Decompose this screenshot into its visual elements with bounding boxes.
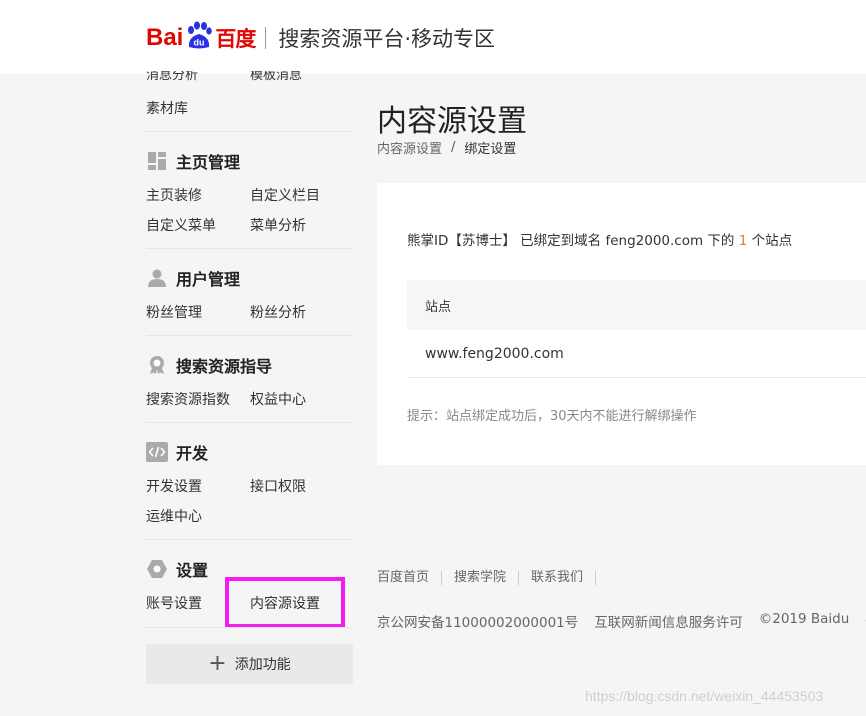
platform-title: 搜索资源平台·移动专区 xyxy=(278,27,496,51)
sidebar-item-dev-settings[interactable]: 开发设置 xyxy=(146,478,202,496)
page-title: 内容源设置 xyxy=(377,104,527,139)
sidebar-divider xyxy=(146,539,352,540)
site-count: 1 xyxy=(738,233,748,249)
add-feature-button[interactable]: + 添加功能 xyxy=(146,644,353,684)
sidebar-group-title: 用户管理 xyxy=(176,270,241,289)
sidebar-item-ops-center[interactable]: 运维中心 xyxy=(146,508,202,526)
sidebar-item-custom-menu[interactable]: 自定义菜单 xyxy=(146,217,216,235)
logo-divider xyxy=(265,27,267,49)
sidebar-divider xyxy=(146,335,352,336)
footer-link-search-academy[interactable]: 搜索学院 xyxy=(442,571,520,585)
top-header: Bai du 百度 搜索资源平台·移动专区 xyxy=(0,0,866,74)
breadcrumb-separator: / xyxy=(451,140,456,155)
sidebar-group-dev: 开发 xyxy=(146,440,208,464)
sidebar-group-title: 设置 xyxy=(176,561,209,580)
breadcrumb-current: 绑定设置 xyxy=(464,142,517,157)
add-feature-label: 添加功能 xyxy=(234,657,291,673)
sidebar-divider xyxy=(146,131,352,132)
sidebar-item-search-index[interactable]: 搜索资源指数 xyxy=(146,391,230,409)
table-header: 站点 xyxy=(407,280,866,330)
sidebar-group-title: 主页管理 xyxy=(176,153,241,172)
sidebar-item-message-analysis[interactable]: 消息分析 xyxy=(146,71,198,85)
hexagon-icon xyxy=(146,558,168,580)
watermark: https://blog.csdn.net/weixin_44453503 xyxy=(585,688,824,704)
bind-info-prefix: 熊掌ID【苏博士】 已绑定到域名 feng2000.com 下的 xyxy=(407,233,735,249)
paw-icon: du xyxy=(184,21,214,51)
sidebar-group-homepage: 主页管理 xyxy=(146,149,240,173)
logo-paw-text: du xyxy=(194,38,205,48)
code-icon xyxy=(146,441,168,463)
breadcrumb: 内容源设置 / 绑定设置 xyxy=(377,138,516,157)
tip-text: 提示：站点绑定成功后，30天内不能进行解绑操作 xyxy=(407,409,697,424)
footer-links: 百度首页 搜索学院 联系我们 xyxy=(377,571,597,585)
sidebar-item-material-library[interactable]: 素材库 xyxy=(146,100,188,118)
sidebar-divider xyxy=(146,422,352,423)
footer-icp[interactable]: 京公网安备11000002000001号 xyxy=(377,611,578,631)
sidebar-item-template-message[interactable]: 模板消息 xyxy=(250,71,302,85)
baidu-logo[interactable]: Bai du 百度 搜索资源平台·移动专区 xyxy=(146,18,495,58)
footer-legal: 京公网安备11000002000001号 互联网新闻信息服务许可 ©2019 B… xyxy=(377,611,866,631)
sidebar-divider xyxy=(146,627,352,628)
layout-icon xyxy=(146,150,168,172)
logo-latin: Bai xyxy=(146,24,184,51)
table-row: www.feng2000.com xyxy=(407,330,866,378)
breadcrumb-link[interactable]: 内容源设置 xyxy=(377,138,442,157)
bind-info-suffix: 个站点 xyxy=(751,233,793,249)
sidebar-group-title: 开发 xyxy=(176,444,209,463)
sidebar-item-fans-management[interactable]: 粉丝管理 xyxy=(146,304,202,322)
bind-info: 熊掌ID【苏博士】 已绑定到域名 feng2000.com 下的 1 个站点 xyxy=(407,229,792,249)
plus-icon: + xyxy=(208,651,227,676)
sidebar-item-custom-column[interactable]: 自定义栏目 xyxy=(250,187,320,205)
sidebar-group-settings: 设置 xyxy=(146,557,208,581)
sidebar-item-account-settings[interactable]: 账号设置 xyxy=(146,595,202,613)
site-cell: www.feng2000.com xyxy=(425,345,564,362)
binding-card: 熊掌ID【苏博士】 已绑定到域名 feng2000.com 下的 1 个站点 站… xyxy=(377,183,866,465)
sidebar-divider xyxy=(146,248,352,249)
footer-copyright: ©2019 Baidu xyxy=(758,611,850,627)
footer-news-license[interactable]: 互联网新闻信息服务许可 xyxy=(594,611,743,631)
highlight-box xyxy=(225,577,345,628)
sidebar-group-users: 用户管理 xyxy=(146,266,240,290)
sites-table: 站点 www.feng2000.com xyxy=(407,280,866,378)
sidebar-item-fans-analysis[interactable]: 粉丝分析 xyxy=(250,304,306,322)
sidebar-item-menu-analysis[interactable]: 菜单分析 xyxy=(250,217,306,235)
sidebar-item-api-permissions[interactable]: 接口权限 xyxy=(250,478,306,496)
sidebar-item-homepage-decoration[interactable]: 主页装修 xyxy=(146,187,202,205)
sidebar-item-benefits-center[interactable]: 权益中心 xyxy=(250,391,306,409)
logo-cn: 百度 xyxy=(215,27,256,51)
user-icon xyxy=(146,267,168,289)
column-header-site: 站点 xyxy=(425,299,452,315)
footer-link-contact[interactable]: 联系我们 xyxy=(519,571,597,585)
badge-icon xyxy=(146,354,168,376)
sidebar-group-search-guide: 搜索资源指导 xyxy=(146,353,272,377)
sidebar-group-title: 搜索资源指导 xyxy=(176,357,273,376)
footer-link-baidu-home[interactable]: 百度首页 xyxy=(377,571,443,585)
